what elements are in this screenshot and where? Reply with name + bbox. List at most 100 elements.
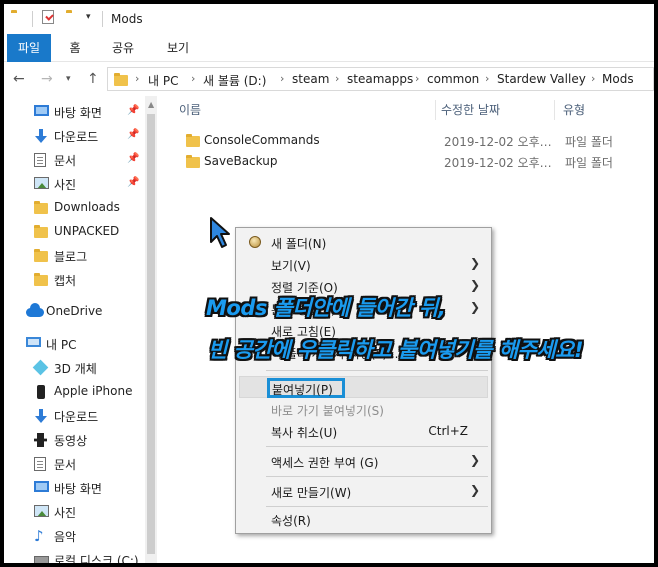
explorer-window: ▾ Mods 파일 홈 공유 보기 ← → ▾ ↑ › 내 PC › 새 볼륨 … xyxy=(4,4,654,563)
menu-item-paste[interactable]: 붙여넣기(P) xyxy=(239,376,488,398)
context-menu: 새 폴더(N) 보기(V) ❯ 정렬 기준(O) ❯ 분류 방법(P) ❯ 새로… xyxy=(235,227,492,534)
menu-item-label: 보기(V) xyxy=(271,259,311,273)
tab-file[interactable]: 파일 xyxy=(7,34,51,62)
annotation-line-1: Mods 폴더안에 들어간 뒤, xyxy=(206,296,446,320)
nav-item-label: 로컬 디스크 (C:) xyxy=(54,554,139,563)
chevron-right-icon[interactable]: › xyxy=(591,72,595,85)
column-divider[interactable] xyxy=(435,100,436,120)
chevron-right-icon[interactable]: › xyxy=(335,72,339,85)
menu-item-paste-shortcut[interactable]: 바로 가기 붙여넣기(S) xyxy=(239,398,488,420)
nav-item-capture[interactable]: 캡처 xyxy=(4,268,144,292)
download-icon xyxy=(34,129,48,143)
nav-item-label: 사진 xyxy=(54,178,77,192)
up-arrow-icon[interactable]: ↑ xyxy=(87,71,99,87)
folder-icon xyxy=(34,225,48,238)
menu-divider xyxy=(266,506,488,507)
nav-item-documents[interactable]: 문서 xyxy=(4,452,144,476)
nav-item-3d-objects[interactable]: 3D 개체 xyxy=(4,356,144,380)
divider xyxy=(32,11,33,27)
column-header-type[interactable]: 유형 xyxy=(563,101,585,118)
nav-item-onedrive[interactable]: OneDrive xyxy=(4,300,144,324)
picture-icon xyxy=(34,177,49,189)
column-header-name[interactable]: 이름 xyxy=(179,101,201,118)
menu-item-new-folder[interactable]: 새 폴더(N) xyxy=(239,231,488,253)
breadcrumb-stardew[interactable]: Stardew Valley xyxy=(497,72,586,86)
folder-icon xyxy=(114,73,128,86)
nav-item-label: 캡처 xyxy=(54,274,77,288)
chevron-right-icon: ❯ xyxy=(469,483,480,497)
chevron-right-icon[interactable]: › xyxy=(485,72,489,85)
nav-item-label: 문서 xyxy=(54,458,77,472)
3d-objects-icon xyxy=(32,359,49,376)
breadcrumb-steamapps[interactable]: steamapps xyxy=(347,72,413,86)
nav-item-label: 문서 xyxy=(54,154,77,168)
recent-chevron-icon[interactable]: ▾ xyxy=(66,74,71,84)
nav-item-local-disk[interactable]: 로컬 디스크 (C:) xyxy=(4,548,144,563)
chevron-up-icon[interactable]: ▲ xyxy=(148,100,154,109)
navigation-pane: 바탕 화면 📌 다운로드 📌 문서 📌 사진 📌 Downloads UNPAC… xyxy=(4,96,157,563)
chevron-right-icon: ❯ xyxy=(469,256,480,270)
menu-item-properties[interactable]: 속성(R) xyxy=(239,508,488,530)
nav-item-unpacked[interactable]: UNPACKED xyxy=(4,220,144,244)
breadcrumb-mods[interactable]: Mods xyxy=(602,72,634,86)
folder-icon xyxy=(34,273,48,286)
breadcrumb-common[interactable]: common xyxy=(427,72,479,86)
nav-item-pictures[interactable]: 사진 xyxy=(4,500,144,524)
folder-icon xyxy=(34,201,48,214)
column-header-date[interactable]: 수정한 날짜 xyxy=(441,101,500,118)
nav-item-label: 사진 xyxy=(54,506,77,520)
tab-share[interactable]: 공유 xyxy=(105,34,141,62)
nav-item-blog[interactable]: 블로그 xyxy=(4,244,144,268)
breadcrumb-pc[interactable]: 내 PC xyxy=(148,72,178,89)
menu-item-label: 바로 가기 붙여넣기(S) xyxy=(271,404,384,418)
nav-item-label: 바탕 화면 xyxy=(54,482,102,496)
menu-item-give-access[interactable]: 액세스 권한 부여 (G) ❯ xyxy=(239,450,488,472)
nav-item-iphone[interactable]: Apple iPhone xyxy=(4,380,144,404)
chevron-right-icon[interactable]: › xyxy=(415,72,419,85)
menu-divider xyxy=(266,476,488,477)
chevron-right-icon[interactable]: › xyxy=(280,72,284,85)
nav-item-documents-quick[interactable]: 문서 📌 xyxy=(4,148,144,172)
nav-item-label: 다운로드 xyxy=(54,130,99,144)
table-row[interactable]: ConsoleCommands 2019-12-02 오후… 파일 폴더 xyxy=(182,130,654,151)
nav-item-videos[interactable]: 동영상 xyxy=(4,428,144,452)
menu-item-view[interactable]: 보기(V) ❯ xyxy=(239,253,488,275)
menu-divider xyxy=(266,446,488,447)
nav-item-label: UNPACKED xyxy=(54,224,120,238)
address-bar[interactable]: › 내 PC › 새 볼륨 (D:) › steam › steamapps ›… xyxy=(107,67,654,91)
chevron-down-icon[interactable]: ▾ xyxy=(86,12,91,22)
chevron-right-icon[interactable]: › xyxy=(135,72,139,85)
forward-arrow-icon[interactable]: → xyxy=(41,71,53,87)
menu-item-new[interactable]: 새로 만들기(W) ❯ xyxy=(239,480,488,502)
nav-item-downloads-folder[interactable]: Downloads xyxy=(4,196,144,220)
properties-icon[interactable] xyxy=(42,10,54,24)
tab-home[interactable]: 홈 xyxy=(61,34,89,62)
scrollbar-thumb[interactable] xyxy=(147,114,155,554)
breadcrumb-volume[interactable]: 새 볼륨 (D:) xyxy=(203,72,266,89)
folder-icon xyxy=(186,134,200,147)
menu-item-shortcut: Ctrl+Z xyxy=(428,424,468,438)
menu-item-undo-copy[interactable]: 복사 취소(U) Ctrl+Z xyxy=(239,420,488,442)
file-type: 파일 폴더 xyxy=(565,135,613,149)
file-date: 2019-12-02 오후… xyxy=(444,156,552,170)
nav-scrollbar[interactable]: ▲ xyxy=(145,96,157,563)
tab-view[interactable]: 보기 xyxy=(160,34,196,62)
pin-icon: 📌 xyxy=(127,129,140,140)
download-icon xyxy=(34,409,48,423)
nav-item-downloads[interactable]: 다운로드 xyxy=(4,404,144,428)
table-row[interactable]: SaveBackup 2019-12-02 오후… 파일 폴더 xyxy=(182,151,654,172)
ribbon-tabs: 파일 홈 공유 보기 xyxy=(4,34,654,62)
back-arrow-icon[interactable]: ← xyxy=(13,71,25,87)
column-divider[interactable] xyxy=(554,100,555,120)
mouse-cursor-icon xyxy=(210,217,230,248)
nav-item-downloads-quick[interactable]: 다운로드 📌 xyxy=(4,124,144,148)
nav-item-this-pc[interactable]: 내 PC xyxy=(4,332,144,356)
folder-icon xyxy=(34,249,48,262)
nav-item-desktop[interactable]: 바탕 화면 📌 xyxy=(4,100,144,124)
breadcrumb-steam[interactable]: steam xyxy=(292,72,329,86)
chevron-right-icon[interactable]: › xyxy=(191,72,195,85)
nav-item-music[interactable]: ♪ 음악 xyxy=(4,524,144,548)
nav-item-desktop-pc[interactable]: 바탕 화면 xyxy=(4,476,144,500)
nav-item-pictures-quick[interactable]: 사진 📌 xyxy=(4,172,144,196)
picture-icon xyxy=(34,505,49,517)
